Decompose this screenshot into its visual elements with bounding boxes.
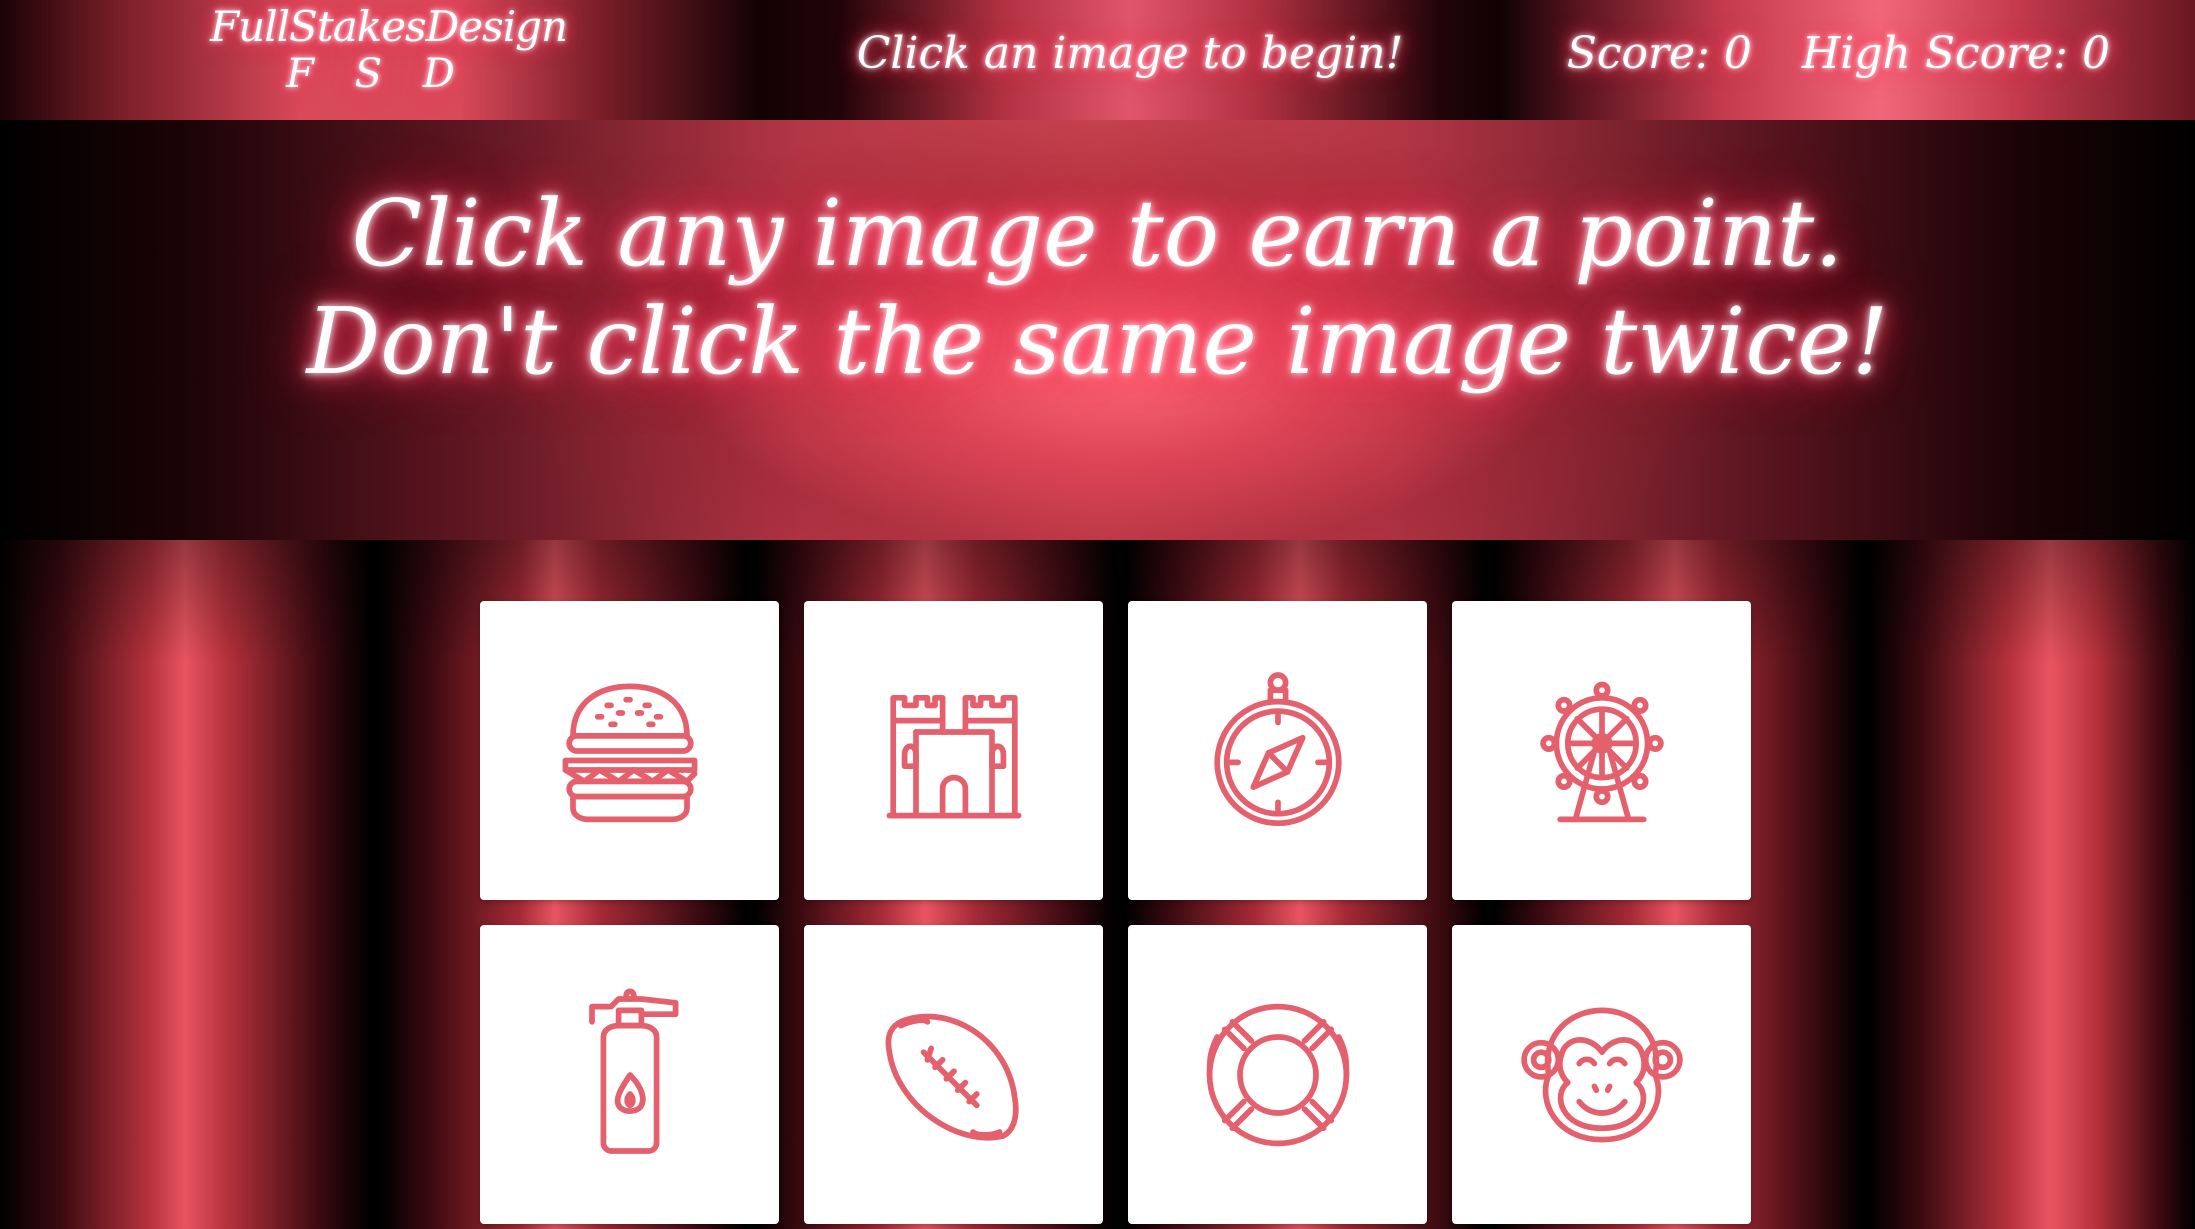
monkey-icon bbox=[1520, 1007, 1683, 1142]
card-compass[interactable] bbox=[1128, 601, 1427, 900]
score-value: 0 bbox=[1723, 28, 1752, 79]
castle-icon bbox=[886, 694, 1021, 818]
score-display: Score: 0 High Score: 0 bbox=[1567, 28, 2110, 79]
brand-logo[interactable]: FullStakesDesign F S D bbox=[210, 2, 568, 97]
card-ferris-wheel[interactable] bbox=[1452, 601, 1751, 900]
instructions-line-2: Don't click the same image twice! bbox=[306, 288, 1889, 395]
card-castle[interactable] bbox=[804, 601, 1103, 900]
instructions-text: Click any image to earn a point. Don't c… bbox=[0, 180, 2195, 396]
burger-icon bbox=[562, 683, 697, 822]
football-icon bbox=[885, 1013, 1019, 1140]
score-label: Score: bbox=[1566, 28, 1710, 79]
fire-extinguisher-icon bbox=[588, 988, 678, 1154]
card-football[interactable] bbox=[804, 925, 1103, 1224]
high-score-value: 0 bbox=[2082, 28, 2110, 79]
instructions-line-1: Click any image to earn a point. bbox=[351, 180, 1844, 287]
compass-icon bbox=[1213, 671, 1342, 826]
high-score-label: High Score: bbox=[1801, 28, 2068, 79]
navbar: FullStakesDesign F S D Click an image to… bbox=[0, 0, 2195, 120]
brand-initials: F S D bbox=[286, 51, 469, 97]
life-ring-icon bbox=[1206, 1003, 1349, 1146]
card-life-ring[interactable] bbox=[1128, 925, 1427, 1224]
card-monkey[interactable] bbox=[1452, 925, 1751, 1224]
card-fire-extinguisher[interactable] bbox=[480, 925, 779, 1224]
status-message: Click an image to begin! bbox=[856, 28, 1404, 79]
instructions-banner: Click any image to earn a point. Don't c… bbox=[0, 120, 2195, 540]
brand-name: FullStakesDesign bbox=[210, 2, 568, 51]
ferris-wheel-icon bbox=[1539, 681, 1664, 822]
card-burger[interactable] bbox=[480, 601, 779, 900]
game-page: FullStakesDesign F S D Click an image to… bbox=[0, 0, 2195, 1229]
